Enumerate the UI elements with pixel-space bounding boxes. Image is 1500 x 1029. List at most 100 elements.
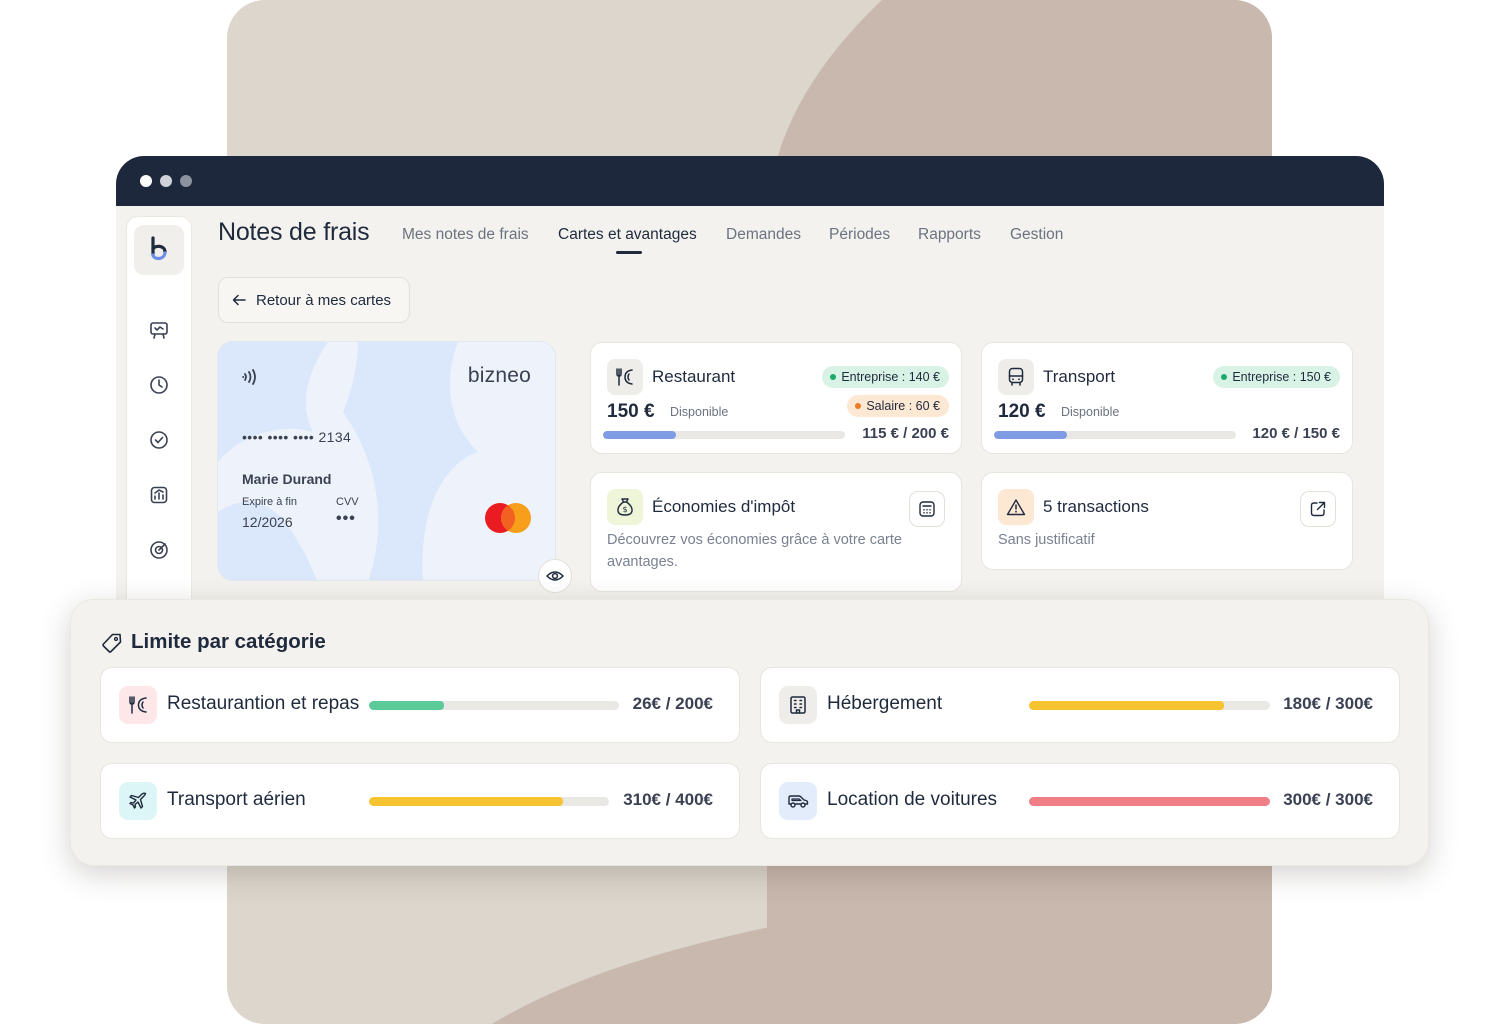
card-holder: Marie Durand <box>242 471 332 487</box>
benefit-card-transport[interactable]: Transport Entreprise : 150 € 120 € Dispo… <box>981 342 1353 454</box>
tab-cartes-et-avantages[interactable]: Cartes et avantages <box>558 226 697 244</box>
fork-knife-icon <box>607 359 643 395</box>
money-bag-icon: $ <box>607 489 643 525</box>
sidebar <box>126 216 192 616</box>
eye-icon <box>546 571 564 581</box>
calculator-icon <box>919 501 935 517</box>
category-progress-bar <box>1029 797 1270 806</box>
category-progress-fill <box>369 701 444 710</box>
chart-icon[interactable] <box>148 484 170 506</box>
category-progress-fill <box>1029 797 1270 806</box>
category-limits-title: Limite par catégorie <box>131 630 326 653</box>
salary-contribution-label: Salaire : 60 € <box>866 399 940 413</box>
clock-icon[interactable] <box>148 374 170 396</box>
category-label: Restaurantion et repas <box>167 693 360 714</box>
benefit-progress-bar <box>994 431 1236 439</box>
available-amount: 150 € <box>607 401 655 422</box>
benefit-title: Transport <box>1043 367 1116 386</box>
tab-demandes[interactable]: Demandes <box>726 226 801 244</box>
tax-savings-card[interactable]: $ Économies d'impôt Découvrez vos économ… <box>590 472 962 592</box>
benefit-progress-fill <box>603 431 676 439</box>
target-icon[interactable] <box>148 539 170 561</box>
bus-icon <box>998 359 1034 395</box>
category-row-location-voitures[interactable]: Location de voitures 300€ / 300€ <box>760 763 1400 839</box>
transactions-subtitle: Sans justificatif <box>998 532 1095 548</box>
card-cvv-label: CVV <box>336 496 359 508</box>
card-cvv: ••• <box>336 510 356 527</box>
category-usage: 26€ / 200€ <box>632 694 713 713</box>
back-to-cards-button[interactable]: Retour à mes cartes <box>218 277 410 323</box>
app-window: Notes de frais Mes notes de frais Cartes… <box>116 156 1384 616</box>
logo-b-icon[interactable] <box>134 225 184 275</box>
benefit-usage: 120 € / 150 € <box>1252 425 1340 442</box>
category-usage: 310€ / 400€ <box>623 790 713 809</box>
benefit-usage: 115 € / 200 € <box>862 425 949 442</box>
warning-icon <box>998 489 1034 525</box>
tab-periodes[interactable]: Périodes <box>829 226 890 244</box>
category-progress-fill <box>369 797 564 806</box>
car-icon <box>779 782 817 820</box>
fork-knife-icon <box>119 686 157 724</box>
benefit-progress-bar <box>603 431 845 439</box>
category-limits-panel: Limite par catégorie Restaurantion et re… <box>70 599 1429 866</box>
card-number: •••• •••• •••• 2134 <box>242 429 352 445</box>
salary-contribution-badge: Salaire : 60 € <box>847 395 949 417</box>
company-contribution-badge: Entreprise : 150 € <box>1213 366 1340 388</box>
available-amount: 120 € <box>998 401 1046 422</box>
arrow-left-icon <box>232 294 246 306</box>
open-transactions-button[interactable] <box>1300 491 1336 527</box>
category-label: Hébergement <box>827 693 943 714</box>
show-card-details-button[interactable] <box>538 559 572 593</box>
presentation-icon[interactable] <box>148 319 170 341</box>
company-contribution-label: Entreprise : 140 € <box>841 370 940 384</box>
page-title: Notes de frais <box>218 218 370 246</box>
external-link-icon <box>1310 501 1326 517</box>
company-contribution-badge: Entreprise : 140 € <box>822 366 949 388</box>
transactions-title: 5 transactions <box>1043 497 1149 516</box>
green-dot <box>1221 374 1228 380</box>
category-row-transport-aerien[interactable]: Transport aérien 310€ / 400€ <box>100 763 740 839</box>
plane-icon <box>119 782 157 820</box>
window-minimize-dot[interactable] <box>160 175 172 187</box>
tab-rapports[interactable]: Rapports <box>918 226 981 244</box>
back-button-label: Retour à mes cartes <box>256 291 392 309</box>
check-circle-icon[interactable] <box>148 429 170 451</box>
mastercard-icon <box>485 503 531 533</box>
category-row-restauration[interactable]: Restaurantion et repas 26€ / 200€ <box>100 667 740 743</box>
available-label: Disponible <box>670 405 729 419</box>
tax-calculator-button[interactable] <box>909 491 945 527</box>
category-progress-bar <box>1029 701 1270 710</box>
card-brand: bizneo <box>467 364 531 387</box>
benefit-card-restaurant[interactable]: Restaurant Entreprise : 140 € Salaire : … <box>590 342 962 454</box>
category-usage: 300€ / 300€ <box>1283 790 1373 809</box>
category-usage: 180€ / 300€ <box>1283 694 1373 713</box>
svg-text:$: $ <box>622 505 627 514</box>
orange-dot <box>855 403 862 409</box>
card-expiry-label: Expire à fin <box>242 496 298 508</box>
category-label: Location de voitures <box>827 789 998 810</box>
window-titlebar <box>116 156 1384 206</box>
tax-savings-title: Économies d'impôt <box>652 497 796 516</box>
available-label: Disponible <box>1061 405 1120 419</box>
contactless-icon <box>242 369 256 385</box>
benefit-progress-fill <box>994 431 1067 439</box>
payment-card[interactable]: bizneo •••• •••• •••• 2134 Marie Durand … <box>217 341 556 581</box>
green-dot <box>830 374 837 380</box>
category-row-hebergement[interactable]: Hébergement 180€ / 300€ <box>760 667 1400 743</box>
card-expiry: 12/2026 <box>242 514 293 530</box>
window-close-dot[interactable] <box>140 175 152 187</box>
tag-icon <box>102 633 122 653</box>
category-progress-fill <box>1029 701 1225 710</box>
transactions-card[interactable]: 5 transactions Sans justificatif <box>981 472 1353 570</box>
tab-gestion[interactable]: Gestion <box>1010 226 1063 244</box>
active-tab-indicator <box>616 251 642 254</box>
tab-mes-notes-de-frais[interactable]: Mes notes de frais <box>402 226 529 244</box>
category-label: Transport aérien <box>167 789 306 810</box>
window-maximize-dot[interactable] <box>180 175 192 187</box>
category-progress-bar <box>369 797 609 806</box>
category-progress-bar <box>369 701 619 710</box>
benefit-title: Restaurant <box>652 367 736 386</box>
building-icon <box>779 686 817 724</box>
company-contribution-label: Entreprise : 150 € <box>1232 370 1331 384</box>
tax-savings-description: Découvrez vos économies grâce à votre ca… <box>607 532 902 570</box>
